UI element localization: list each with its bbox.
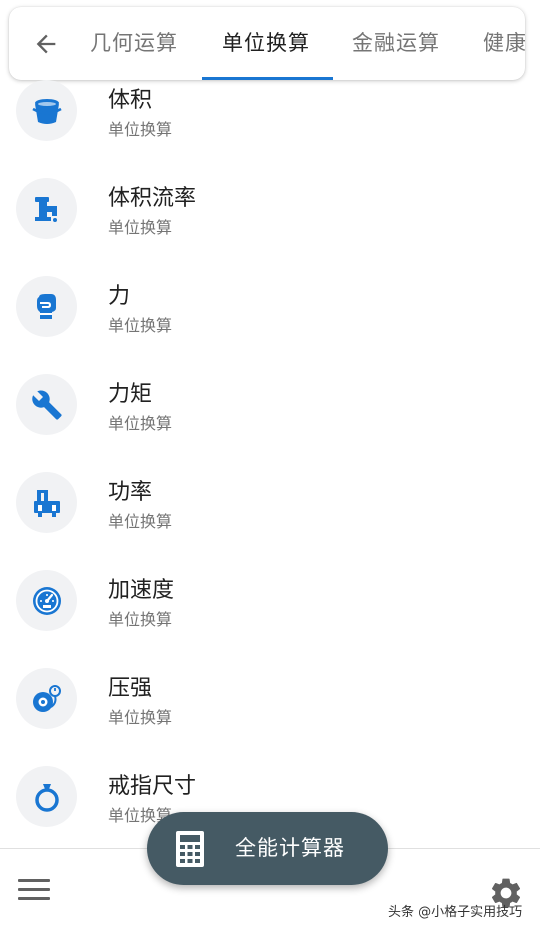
- list-item-subtitle: 单位换算: [108, 316, 173, 335]
- list-item[interactable]: 压强 单位换算: [0, 638, 540, 736]
- bucket-icon: [31, 98, 62, 124]
- watermark-text: 头条 @小格子实用技巧: [388, 905, 523, 920]
- menu-icon: [18, 879, 50, 882]
- wrench-icon: [31, 389, 62, 420]
- list-item[interactable]: 功率 单位换算: [0, 442, 540, 540]
- list-item-subtitle: 单位换算: [108, 414, 173, 433]
- list-item-icon: [16, 472, 77, 533]
- list-item-subtitle: 单位换算: [108, 512, 173, 531]
- list-item-title: 力: [108, 284, 131, 309]
- list-item-icon: [16, 374, 77, 435]
- list-item-title: 体积: [108, 88, 153, 113]
- tire-pressure-icon: [32, 684, 61, 712]
- list-item-icon: [16, 766, 77, 827]
- list-item-title: 功率: [108, 480, 153, 505]
- list-item-subtitle: 单位换算: [108, 610, 173, 629]
- menu-button[interactable]: [18, 879, 50, 903]
- list-item[interactable]: 加速度 单位换算: [0, 540, 540, 638]
- ring-icon: [34, 783, 59, 812]
- fab-label: 全能计算器: [235, 836, 345, 860]
- list-item-subtitle: 单位换算: [108, 120, 173, 139]
- list-item-title: 力矩: [108, 382, 153, 407]
- list-item-icon: [16, 178, 77, 239]
- list-item-title: 加速度: [108, 578, 175, 603]
- list-item-title: 体积流率: [108, 186, 197, 211]
- list-item-icon: [16, 668, 77, 729]
- list-item-subtitle: 单位换算: [108, 708, 173, 727]
- list-item[interactable]: 力 单位换算: [0, 246, 540, 344]
- list-item-subtitle: 单位换算: [108, 218, 173, 237]
- list-item[interactable]: 体积 单位换算: [0, 50, 540, 148]
- list-item-icon: [16, 276, 77, 337]
- list-item-title: 压强: [108, 676, 153, 701]
- list-item[interactable]: 体积流率 单位换算: [0, 148, 540, 246]
- list-item-icon: [16, 570, 77, 631]
- boxing-glove-icon: [36, 293, 56, 319]
- all-in-one-calculator-button[interactable]: 全能计算器: [147, 812, 388, 885]
- list-item-icon: [16, 80, 77, 141]
- conversion-list: 体积 单位换算 体积流率 单位换算 力 单位换算 力矩 单位换算 功率 单位换算…: [0, 80, 540, 834]
- engine-icon: [33, 489, 60, 517]
- list-item[interactable]: 力矩 单位换算: [0, 344, 540, 442]
- faucet-icon: [34, 196, 57, 222]
- speedometer-icon: [32, 586, 61, 615]
- calculator-icon: [176, 831, 204, 867]
- list-item-title: 戒指尺寸: [108, 774, 197, 799]
